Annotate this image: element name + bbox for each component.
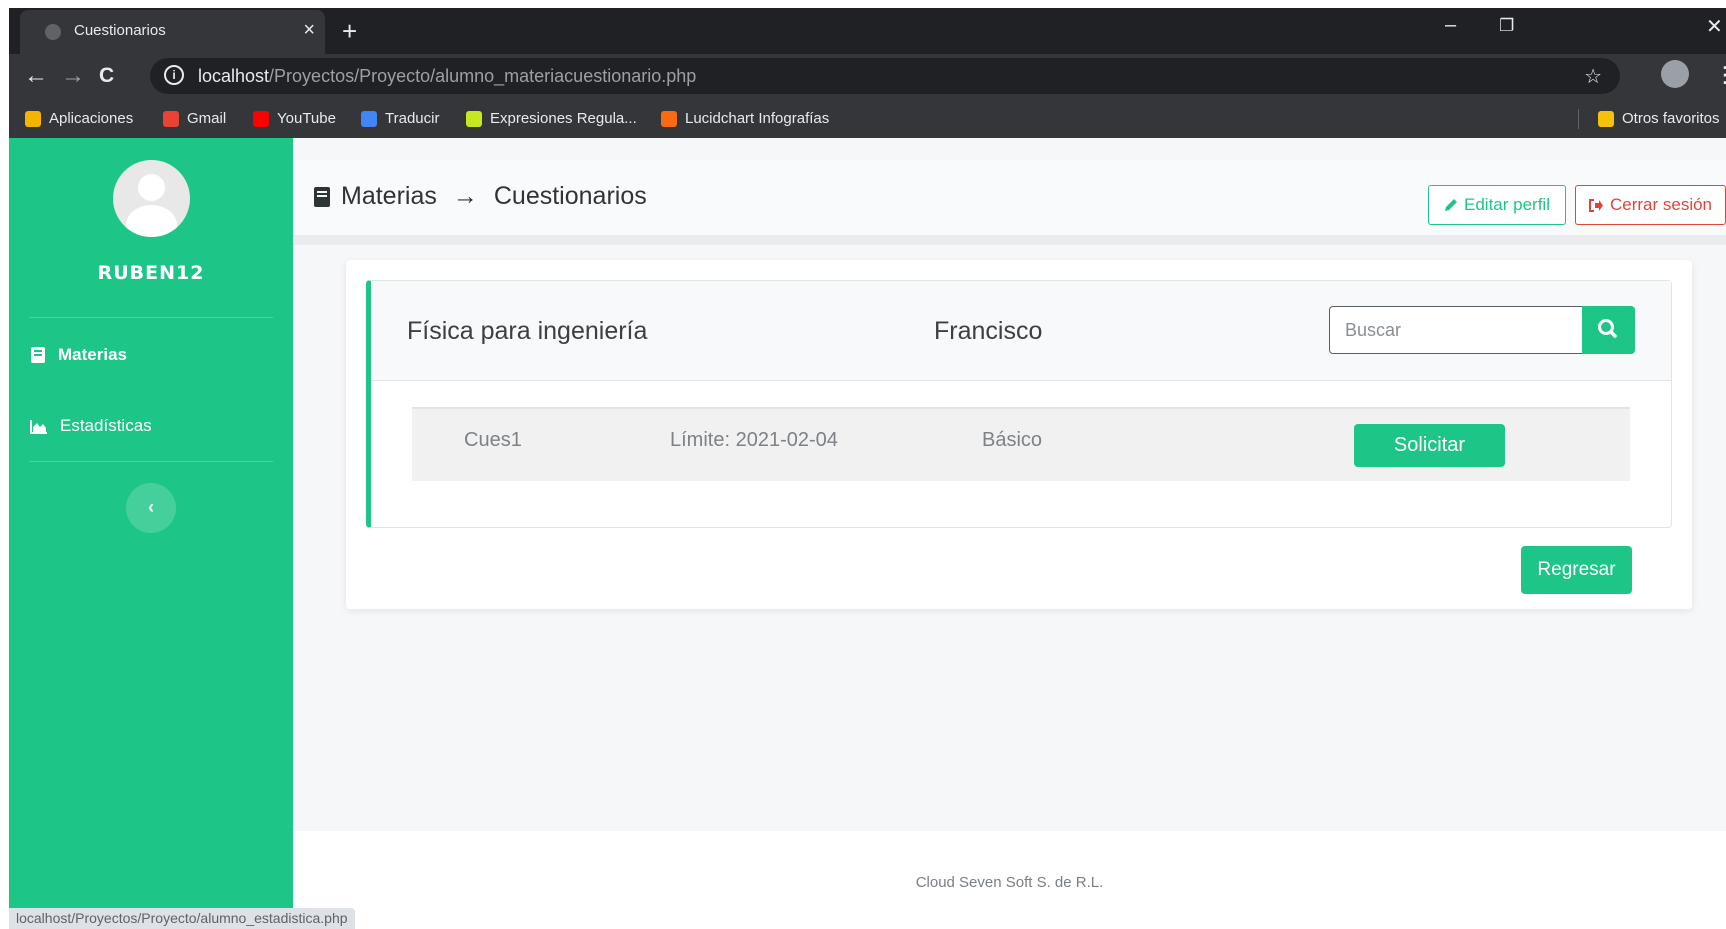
bookmarks-bar: Aplicaciones Gmail YouTube Traducir Expr… xyxy=(9,99,1726,138)
menu-kebab-icon[interactable]: ⋮ xyxy=(1714,62,1726,88)
logout-button[interactable]: Cerrar sesión xyxy=(1575,185,1726,225)
teacher-name: Francisco xyxy=(934,317,1043,345)
breadcrumb-materias[interactable]: Materias xyxy=(341,182,437,211)
footer-text: Cloud Seven Soft S. de R.L. xyxy=(915,874,1104,891)
page-header: Materias → Cuestionarios Editar perfil C… xyxy=(293,160,1726,245)
youtube-icon xyxy=(253,110,269,127)
new-tab-button[interactable]: + xyxy=(342,16,357,47)
book-icon xyxy=(314,186,330,207)
regex-icon xyxy=(466,110,482,127)
quiz-name: Cues1 xyxy=(464,429,522,451)
pencil-icon xyxy=(1445,199,1457,211)
arrow-right-icon: → xyxy=(452,182,478,210)
info-icon[interactable]: i xyxy=(164,65,184,85)
translate-icon xyxy=(361,110,377,127)
bookmarks-divider xyxy=(1578,109,1579,129)
sidebar-divider xyxy=(29,461,273,462)
search-button[interactable] xyxy=(1582,306,1635,354)
quiz-row: Cues1 Límite: 2021-02-04 Básico Solicita… xyxy=(412,407,1630,481)
search-box xyxy=(1329,306,1635,354)
apps-grid-icon xyxy=(25,110,41,127)
bookmark-youtube[interactable]: YouTube xyxy=(253,110,336,127)
search-input[interactable] xyxy=(1329,306,1583,354)
bookmark-star-icon[interactable]: ☆ xyxy=(1584,64,1602,89)
sign-out-icon xyxy=(1588,198,1603,212)
user-avatar-icon xyxy=(113,160,190,237)
reload-icon[interactable]: C xyxy=(99,64,114,88)
tab-title: Cuestionarios xyxy=(74,22,166,39)
browser-window-chrome: Cuestionarios × + – ❐ ✕ ← → C i localhos… xyxy=(9,8,1726,138)
status-bar-url: localhost/Proyectos/Proyecto/alumno_esta… xyxy=(9,908,355,929)
gmail-icon xyxy=(163,110,179,127)
bookmark-lucidchart[interactable]: Lucidchart Infografías xyxy=(661,110,829,127)
minimize-icon[interactable]: – xyxy=(1445,14,1456,37)
footer: Cloud Seven Soft S. de R.L. xyxy=(293,831,1726,929)
subject-card: Física para ingeniería Francisco Cues1 L… xyxy=(366,280,1672,528)
sidebar-divider xyxy=(29,317,273,318)
collapse-sidebar-button[interactable]: ‹ xyxy=(126,483,176,533)
request-button[interactable]: Solicitar xyxy=(1354,424,1505,467)
bookmark-other-favorites[interactable]: Otros favoritos xyxy=(1598,110,1720,127)
address-bar[interactable]: i localhost/Proyectos/Proyecto/alumno_ma… xyxy=(150,58,1620,94)
sidebar: RUBEN12 Materias Estadísticas ‹ xyxy=(9,138,293,929)
bookmark-gmail[interactable]: Gmail xyxy=(163,110,226,127)
content-panel: Física para ingeniería Francisco Cues1 L… xyxy=(346,260,1692,609)
sidebar-item-label: Estadísticas xyxy=(60,416,152,435)
url-text: localhost/Proyectos/Proyecto/alumno_mate… xyxy=(198,66,697,86)
folder-icon xyxy=(1598,110,1614,127)
quiz-level: Básico xyxy=(982,429,1043,451)
subject-name: Física para ingeniería xyxy=(407,317,648,345)
back-button[interactable]: Regresar xyxy=(1521,546,1632,594)
sidebar-item-label: Materias xyxy=(58,345,127,364)
username: RUBEN12 xyxy=(97,262,205,284)
main-content: Materias → Cuestionarios Editar perfil C… xyxy=(293,138,1726,831)
lucidchart-icon xyxy=(661,110,677,127)
close-tab-icon[interactable]: × xyxy=(303,19,315,42)
bookmark-translate[interactable]: Traducir xyxy=(361,110,439,127)
restore-icon[interactable]: ❐ xyxy=(1499,16,1514,36)
browser-tab[interactable]: Cuestionarios × xyxy=(20,10,325,54)
book-icon xyxy=(31,347,45,363)
chart-area-icon xyxy=(30,419,47,434)
profile-avatar-icon[interactable] xyxy=(1661,60,1689,88)
browser-toolbar: ← → C i localhost/Proyectos/Proyecto/alu… xyxy=(9,54,1726,99)
search-icon xyxy=(1598,319,1617,338)
close-window-icon[interactable]: ✕ xyxy=(1706,14,1723,39)
breadcrumb-cuestionarios: Cuestionarios xyxy=(493,182,647,210)
sidebar-item-estadisticas[interactable]: Estadísticas xyxy=(30,416,152,436)
bookmark-apps[interactable]: Aplicaciones xyxy=(25,110,133,127)
globe-icon xyxy=(45,24,61,40)
forward-icon[interactable]: → xyxy=(61,62,85,90)
card-header: Física para ingeniería Francisco xyxy=(371,281,1671,381)
back-icon[interactable]: ← xyxy=(24,62,48,90)
bookmark-regex[interactable]: Expresiones Regula... xyxy=(466,110,637,127)
sidebar-item-materias[interactable]: Materias xyxy=(30,345,127,365)
quiz-deadline: Límite: 2021-02-04 xyxy=(670,429,838,451)
edit-profile-button[interactable]: Editar perfil xyxy=(1428,185,1566,225)
breadcrumb: Materias → Cuestionarios xyxy=(313,182,647,211)
